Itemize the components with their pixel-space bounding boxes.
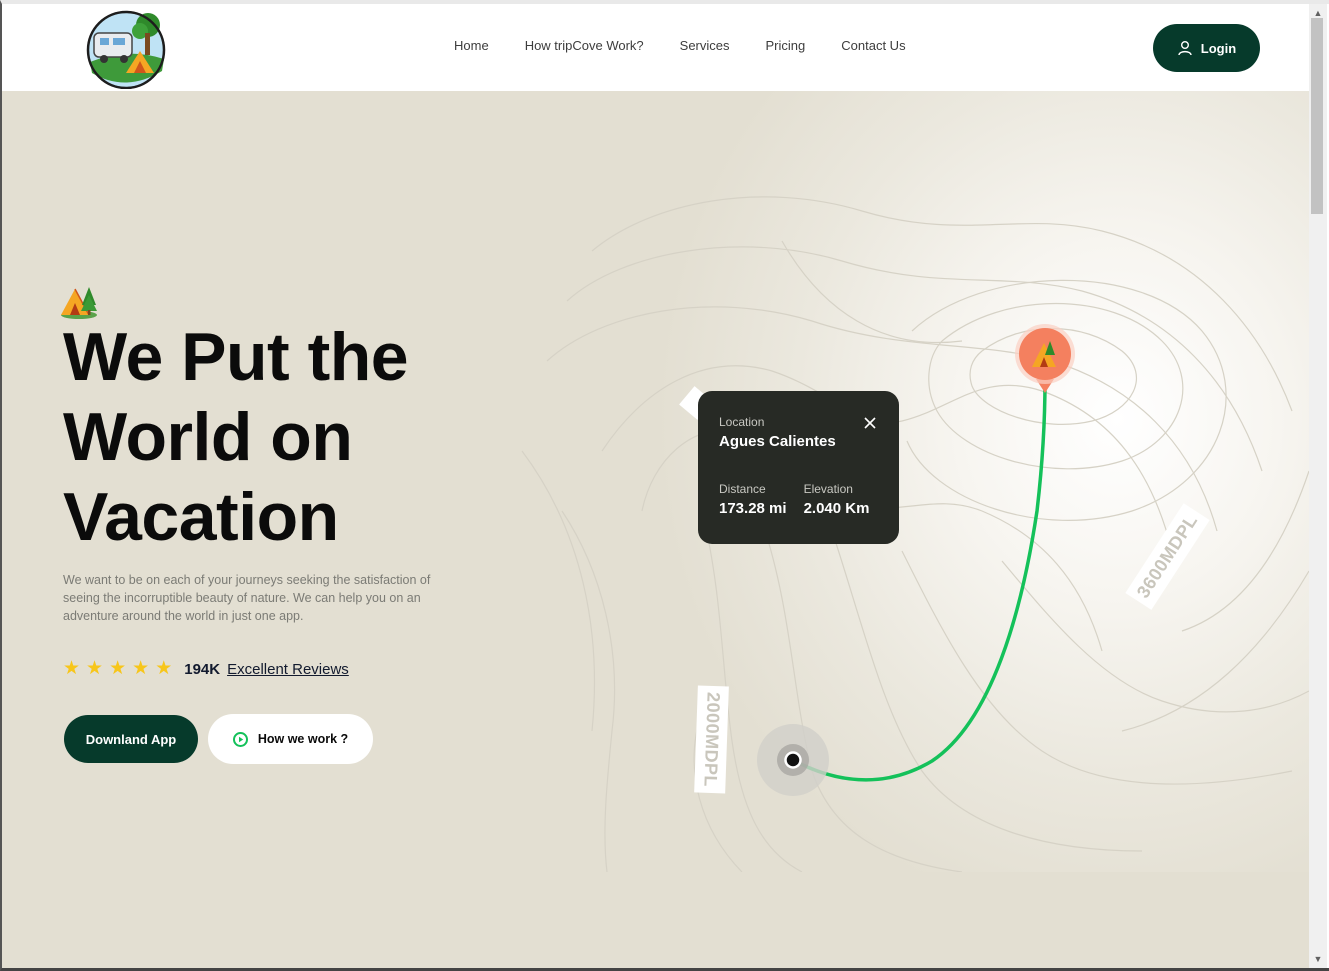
rating-row: ★ ★ ★ ★ ★ 194K Excellent Reviews xyxy=(63,659,349,679)
review-count: 194K xyxy=(184,660,221,678)
elevation-stat: Elevation 2.040 Km xyxy=(804,482,870,517)
close-icon[interactable] xyxy=(863,416,877,430)
camping-tent-icon xyxy=(61,287,97,319)
nav-home[interactable]: Home xyxy=(454,38,489,53)
nav-services[interactable]: Services xyxy=(680,38,730,53)
distance-label: Distance xyxy=(719,482,766,496)
navbar: Home How tripCove Work? Services Pricing… xyxy=(2,4,1309,91)
scrollbar-thumb[interactable] xyxy=(1311,18,1323,214)
star-icon: ★ xyxy=(109,658,127,679)
nav-how-it-works[interactable]: How tripCove Work? xyxy=(525,38,644,53)
distance-value: 173.28 mi xyxy=(719,500,787,517)
how-we-work-button[interactable]: How we work ? xyxy=(208,714,373,764)
origin-dot-icon[interactable] xyxy=(784,751,802,769)
elevation-value: 2.040 Km xyxy=(803,500,870,517)
camper-tent-logo-icon xyxy=(86,10,166,90)
nav-pricing[interactable]: Pricing xyxy=(766,38,806,53)
headline-line-1: We Put the xyxy=(63,319,409,395)
brand-logo[interactable] xyxy=(82,7,170,90)
hero-headline: We Put the World on Vacation xyxy=(63,317,543,557)
star-icon: ★ xyxy=(132,658,150,679)
headline-line-3: Vacation xyxy=(63,479,339,555)
star-icon: ★ xyxy=(63,658,81,679)
landing-page: Home How tripCove Work? Services Pricing… xyxy=(2,4,1309,968)
hero-subtext: We want to be on each of your journeys s… xyxy=(63,573,431,623)
headline-line-2: World on xyxy=(63,399,353,475)
play-circle-icon xyxy=(232,731,248,747)
location-label: Location xyxy=(719,415,765,429)
star-icon: ★ xyxy=(86,658,104,679)
star-icon: ★ xyxy=(155,658,173,679)
main-nav: Home How tripCove Work? Services Pricing… xyxy=(454,38,942,53)
map-pin-icon[interactable] xyxy=(1015,324,1075,393)
hero-section: 3600MDPL 2000MDPL Location Agues Calient… xyxy=(2,91,1309,872)
login-button[interactable]: Login xyxy=(1153,24,1260,72)
login-label: Login xyxy=(1200,40,1237,56)
scroll-down-icon[interactable]: ▼ xyxy=(1311,952,1325,966)
next-section xyxy=(2,872,1309,968)
reviews-link[interactable]: Excellent Reviews xyxy=(227,661,349,678)
location-value: Agues Calientes xyxy=(719,433,836,450)
how-we-work-label: How we work ? xyxy=(257,732,349,746)
elevation-tag-2000: 2000MDPL xyxy=(694,685,729,794)
download-app-button[interactable]: Downland App xyxy=(64,715,198,763)
star-rating: ★ ★ ★ ★ ★ xyxy=(63,659,172,679)
location-info-card: Location Agues Calientes Distance 173.28… xyxy=(698,391,899,544)
elevation-label: Elevation xyxy=(803,482,853,496)
user-icon xyxy=(1178,41,1192,56)
distance-stat: Distance 173.28 mi xyxy=(719,482,787,517)
card-stats: Distance 173.28 mi Elevation 2.040 Km xyxy=(719,482,879,517)
nav-contact-us[interactable]: Contact Us xyxy=(841,38,905,53)
